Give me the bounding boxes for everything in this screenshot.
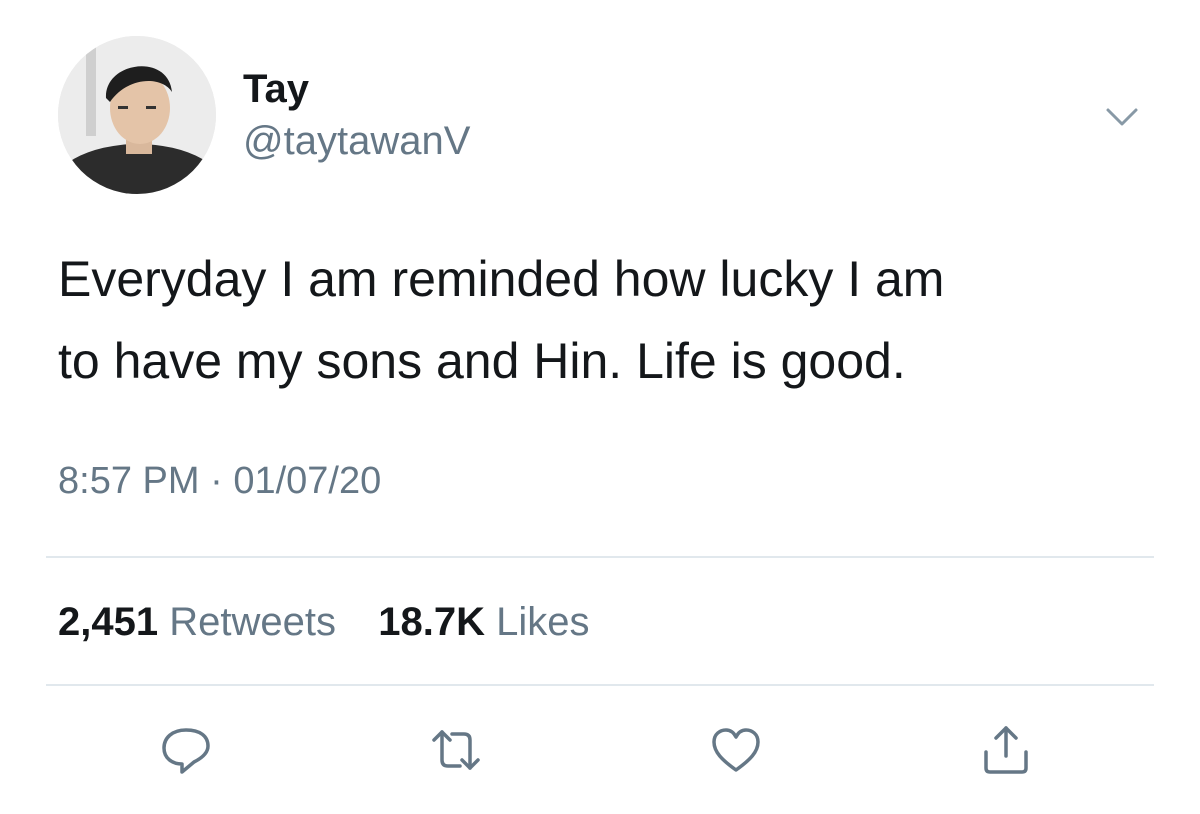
likes-count: 18.7K [378, 600, 485, 644]
retweets-label: Retweets [169, 600, 336, 644]
user-handle[interactable]: @taytawanV [243, 118, 470, 164]
tweet-text: Everyday I am reminded how lucky I am to… [58, 238, 1158, 402]
retweet-icon[interactable] [428, 722, 484, 778]
share-icon[interactable] [978, 722, 1034, 778]
tweet-text-line: to have my sons and Hin. Life is good. [58, 333, 906, 389]
tweet-timestamp[interactable]: 8:57 PM · 01/07/20 [58, 458, 381, 504]
heart-icon[interactable] [708, 722, 764, 778]
tweet-text-line: Everyday I am reminded how lucky I am [58, 251, 945, 307]
meta-separator: · [210, 460, 223, 502]
tweet-time: 8:57 PM [58, 460, 200, 502]
reply-icon[interactable] [158, 722, 214, 778]
avatar-image [58, 36, 216, 194]
divider [46, 556, 1154, 558]
tweet-date: 01/07/20 [233, 460, 382, 502]
likes-stat[interactable]: 18.7K Likes [378, 600, 589, 644]
retweets-stat[interactable]: 2,451 Retweets [58, 600, 347, 644]
chevron-down-icon[interactable] [1100, 100, 1144, 136]
retweets-count: 2,451 [58, 600, 159, 644]
avatar[interactable] [58, 36, 216, 194]
tweet-stats: 2,451 Retweets 18.7K Likes [58, 598, 590, 646]
divider [46, 684, 1154, 686]
likes-label: Likes [496, 600, 590, 644]
tweet-detail: Tay @taytawanV Everyday I am reminded ho… [0, 0, 1200, 814]
display-name[interactable]: Tay [243, 66, 309, 112]
